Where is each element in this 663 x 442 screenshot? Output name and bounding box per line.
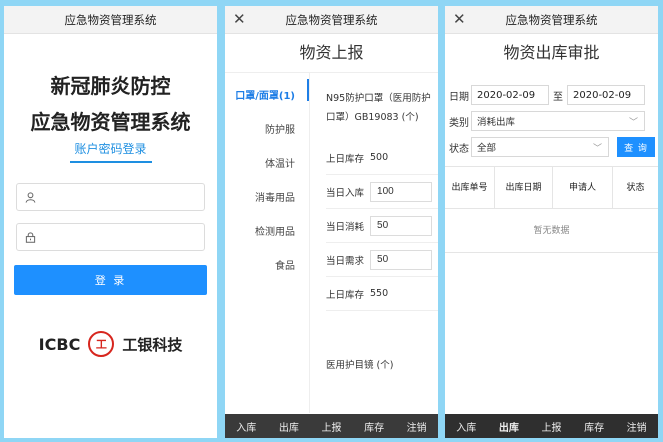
nav-stock[interactable]: 库存 xyxy=(364,419,384,434)
col-status[interactable]: 状态 xyxy=(613,167,658,209)
category-item-thermometer[interactable]: 体温计 xyxy=(225,145,309,179)
query-button[interactable]: 查 询 xyxy=(617,137,655,157)
need-row: 当日需求 xyxy=(326,243,438,277)
system-title-line1: 新冠肺炎防控 xyxy=(50,74,171,98)
status-label: 状态 xyxy=(449,143,469,155)
nav-stock[interactable]: 库存 xyxy=(584,419,604,434)
prev-stock-row: 上日库存 500 xyxy=(326,141,438,175)
login-screen: · 应急物资管理系统 新冠肺炎防控 应急物资管理系统 账户密码登录 登 录 IC… xyxy=(4,6,217,438)
top-bar: ✕ 应急物资管理系统 · xyxy=(445,6,658,34)
nav-in[interactable]: 入库 xyxy=(456,419,476,434)
user-icon xyxy=(25,191,36,203)
need-label: 当日需求 xyxy=(326,255,365,267)
category-list: 口罩/面罩(1) 防护服 体温计 消毒用品 检测用品 食品 xyxy=(225,73,309,413)
login-button[interactable]: 登 录 xyxy=(14,265,207,295)
nav-out[interactable]: 出库 xyxy=(499,419,519,434)
type-label: 类别 xyxy=(449,117,469,129)
username-field xyxy=(16,183,205,211)
date-separator: 至 xyxy=(553,91,563,103)
date-label: 日期 xyxy=(449,91,469,103)
type-select[interactable]: 消耗出库 ﹀ xyxy=(471,111,645,131)
need-input[interactable] xyxy=(370,249,433,270)
active-indicator xyxy=(307,79,309,101)
status-value: 全部 xyxy=(477,143,497,154)
date-from-picker[interactable]: 2020-02-09 xyxy=(471,85,549,105)
header-title: 应急物资管理系统 xyxy=(285,12,378,27)
top-bar: ✕ 应急物资管理系统 · xyxy=(225,6,438,34)
nav-logout[interactable]: 注销 xyxy=(407,419,427,434)
report-screen: ✕ 应急物资管理系统 · 物资上报 口罩/面罩(1) 防护服 体温计 消毒用品 … xyxy=(225,6,438,438)
approval-screen: ✕ 应急物资管理系统 · 物资出库审批 日期 2020-02-09 至 2020… xyxy=(445,6,658,438)
page-title: 物资上报 xyxy=(225,34,438,73)
bottom-nav: 入库 出库 上报 库存 注销 xyxy=(225,414,438,438)
nav-in[interactable]: 入库 xyxy=(236,419,256,434)
next-item-name: 医用护目镜 (个) xyxy=(326,360,394,371)
category-item-food[interactable]: 食品 xyxy=(225,247,309,281)
item-detail: N95防护口罩（医用防护口罩）GB19083 (个) 上日库存 500 当日入库… xyxy=(309,73,438,413)
type-row: 类别 消耗出库 ﹀ xyxy=(449,108,658,134)
lock-icon xyxy=(25,231,36,243)
in-row: 当日入库 xyxy=(326,175,438,209)
username-input[interactable] xyxy=(44,185,204,209)
stock-label: 上日库存 xyxy=(326,289,365,301)
password-field xyxy=(16,223,205,251)
use-row: 当日消耗 xyxy=(326,209,438,243)
stock-value: 550 xyxy=(370,288,389,299)
nav-report[interactable]: 上报 xyxy=(541,419,561,434)
chevron-down-icon: ﹀ xyxy=(592,143,602,154)
close-icon[interactable]: ✕ xyxy=(453,10,466,28)
status-select[interactable]: 全部 ﹀ xyxy=(471,137,609,157)
stock-row: 上日库存 550 xyxy=(326,277,438,311)
col-order-no[interactable]: 出库单号 xyxy=(445,166,495,209)
chevron-down-icon: ﹀ xyxy=(628,117,638,128)
prev-stock-value: 500 xyxy=(370,152,389,163)
nav-report[interactable]: 上报 xyxy=(321,419,341,434)
menu-dot-icon[interactable]: · xyxy=(4,9,5,25)
empty-placeholder: 暂无数据 xyxy=(445,209,658,253)
category-item-masks[interactable]: 口罩/面罩(1) xyxy=(225,77,309,111)
col-applicant[interactable]: 申请人 xyxy=(553,166,613,209)
filter-form: 日期 2020-02-09 至 2020-02-09 类别 消耗出库 ﹀ 状态 … xyxy=(445,72,658,160)
logo-cn: 工银科技 xyxy=(122,335,183,354)
date-to-picker[interactable]: 2020-02-09 xyxy=(567,85,645,105)
category-item-disinfectant[interactable]: 消毒用品 xyxy=(225,179,309,213)
top-bar: · 应急物资管理系统 xyxy=(4,6,217,34)
password-input[interactable] xyxy=(44,225,204,249)
col-date[interactable]: 出库日期 xyxy=(495,166,553,209)
in-label: 当日入库 xyxy=(326,187,365,199)
status-row: 状态 全部 ﹀ 查 询 xyxy=(449,134,658,160)
nav-out[interactable]: 出库 xyxy=(279,419,299,434)
nav-logout[interactable]: 注销 xyxy=(627,419,647,434)
result-table: 出库单号 出库日期 申请人 状态 暂无数据 xyxy=(445,166,658,253)
prev-stock-label: 上日库存 xyxy=(326,153,365,165)
use-label: 当日消耗 xyxy=(326,221,365,233)
page-title: 物资出库审批 xyxy=(503,43,600,62)
tab-underline xyxy=(69,161,152,163)
system-title-line2: 应急物资管理系统 xyxy=(30,110,191,134)
category-item-protective-suit[interactable]: 防护服 xyxy=(225,111,309,145)
use-input[interactable] xyxy=(370,215,433,236)
menu-dot-icon[interactable]: · xyxy=(657,9,658,25)
icbc-logo: ICBC 工 工银科技 xyxy=(4,331,217,357)
close-icon[interactable]: ✕ xyxy=(233,10,246,28)
item-name: N95防护口罩（医用防护口罩）GB19083 (个) xyxy=(326,93,431,123)
header-title: 应急物资管理系统 xyxy=(505,12,598,27)
category-item-test-kit[interactable]: 检测用品 xyxy=(225,213,309,247)
in-input[interactable] xyxy=(370,181,433,202)
date-row: 日期 2020-02-09 至 2020-02-09 xyxy=(449,82,658,108)
bottom-nav: 入库 出库 上报 库存 注销 xyxy=(445,414,658,438)
icbc-seal-icon: 工 xyxy=(88,331,115,357)
logo-latin: ICBC xyxy=(38,334,81,354)
type-value: 消耗出库 xyxy=(477,117,516,128)
tab-password-login[interactable]: 账户密码登录 xyxy=(4,140,217,158)
table-header: 出库单号 出库日期 申请人 状态 xyxy=(445,166,658,209)
menu-dot-icon[interactable]: · xyxy=(437,9,438,25)
header-title: 应急物资管理系统 xyxy=(64,12,157,27)
